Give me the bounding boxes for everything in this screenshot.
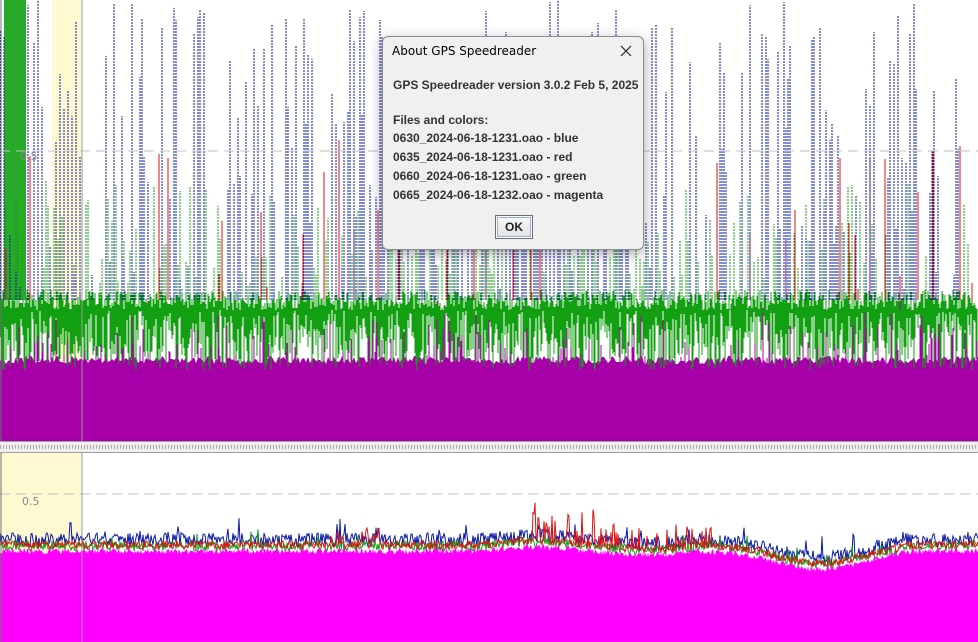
- dialog-titlebar[interactable]: About GPS Speedreader: [383, 37, 643, 65]
- bottom-reference-label: 0.5: [22, 495, 40, 508]
- dialog-body: GPS Speedreader version 3.0.2 Feb 5, 202…: [393, 77, 639, 205]
- about-dialog: About GPS Speedreader GPS Speedreader ve…: [382, 36, 644, 250]
- top-magenta-area: [0, 356, 978, 441]
- file-item-green: 0660_2024-06-18-1231.oao - green: [393, 169, 587, 183]
- close-button[interactable]: [613, 39, 639, 63]
- version-text: GPS Speedreader version 3.0.2 Feb 5, 202…: [393, 78, 639, 92]
- bottom-chart-plot: 0.5: [0, 453, 978, 642]
- top-reference-label: 0.5: [20, 150, 38, 163]
- chart-splitter[interactable]: [0, 441, 978, 453]
- ok-button[interactable]: OK: [495, 215, 533, 239]
- bottom-speed-chart[interactable]: 0.5: [0, 453, 978, 642]
- file-list: 0630_2024-06-18-1231.oao - blue 0635_202…: [393, 129, 635, 205]
- dialog-title: About GPS Speedreader: [392, 44, 537, 58]
- file-item-red: 0635_2024-06-18-1231.oao - red: [393, 150, 573, 164]
- close-icon: [620, 45, 632, 57]
- splitter-grip: [0, 445, 978, 449]
- files-heading: Files and colors:: [393, 113, 489, 127]
- file-item-magenta: 0665_2024-06-18-1232.oao - magenta: [393, 188, 604, 202]
- file-item-blue: 0630_2024-06-18-1231.oao - blue: [393, 131, 579, 145]
